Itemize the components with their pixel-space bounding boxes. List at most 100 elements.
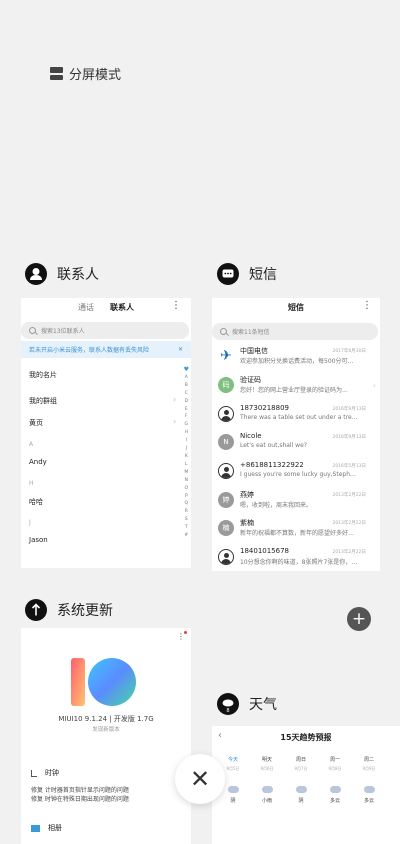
alphabet-letter[interactable]: # bbox=[184, 532, 188, 540]
contacts-card[interactable]: 通话 联系人 ⋮ 搜索13位联系人 若未开启小米云服务，联系人数据有丢失风险 ✕… bbox=[21, 298, 191, 568]
my-groups-item[interactable]: 我的群组 › bbox=[29, 395, 176, 406]
avatar: 婷 bbox=[218, 492, 234, 508]
forecast-condition: 阴 bbox=[284, 786, 318, 804]
updater-card[interactable]: ⋮ MIUI10 9.1.24 | 开发版 1.7G 发现新版本 时钟 修复 计… bbox=[21, 628, 191, 844]
weather-header: 8 天气 bbox=[217, 693, 277, 715]
alphabet-letter[interactable]: L bbox=[185, 461, 188, 469]
more-icon[interactable]: ⋮ bbox=[171, 300, 181, 311]
weather-card[interactable]: ‹ 15天趋势预报 今天 9月5日 明天 9月6日 周日 9月7日 周一 9月8日 周二 9月9日… bbox=[212, 726, 400, 844]
alphabet-letter[interactable]: E bbox=[185, 406, 188, 414]
alphabet-letter[interactable]: A bbox=[185, 374, 188, 382]
sms-date: 2013年2月22日 bbox=[332, 493, 366, 498]
forecast-day[interactable]: 周日 9月7日 bbox=[284, 756, 318, 772]
alphabet-letter[interactable]: O bbox=[185, 485, 189, 493]
rain-icon bbox=[261, 786, 273, 793]
tab-calls[interactable]: 通话 bbox=[78, 302, 94, 313]
update-version: MIUI10 9.1.24 | 开发版 1.7G bbox=[58, 715, 154, 723]
alphabet-letter[interactable]: D bbox=[185, 398, 188, 406]
alphabet-letter[interactable]: P bbox=[185, 493, 188, 501]
contacts-search-input[interactable]: 搜索13位联系人 bbox=[21, 322, 189, 339]
forecast-day[interactable]: 周二 9月9日 bbox=[352, 756, 386, 772]
sms-date: 2016年9月13日 bbox=[332, 407, 366, 412]
favorites-heart-icon[interactable]: ♥ bbox=[184, 366, 189, 374]
person-avatar-icon bbox=[218, 549, 234, 565]
weather-icon: 8 bbox=[217, 693, 239, 715]
sms-thread[interactable]: 18401015678 10分想念你啊的味道，8张照片7张是你，6只... 2013… bbox=[218, 547, 376, 571]
alphabet-letter[interactable]: S bbox=[185, 516, 188, 524]
alphabet-letter[interactable]: R bbox=[185, 508, 188, 516]
sms-card[interactable]: 短信 ⋮ 搜索11条短信 ✈ 中国电信 欢迎参加积分兑换话费活动，每500分可兑换.… bbox=[212, 298, 380, 571]
sms-thread[interactable]: 婷燕婷 嗯，收到啦，周末我回来。 2013年2月22日 bbox=[218, 490, 376, 514]
person-icon bbox=[25, 263, 47, 285]
alphabet-letter[interactable]: I bbox=[186, 437, 187, 445]
alphabet-letter[interactable]: T bbox=[185, 524, 188, 532]
sms-sender: Nicole bbox=[240, 432, 262, 440]
changelog-section: 相册 bbox=[31, 823, 62, 833]
my-card-item[interactable]: 我的名片 bbox=[29, 370, 57, 380]
forecast-date: 9月6日 bbox=[260, 766, 274, 771]
sms-sender: 验证码 bbox=[240, 376, 261, 384]
sms-thread[interactable]: N Nicole Let's eat out,shall we? 2016年9月13日 bbox=[218, 432, 376, 456]
alphabet-letter[interactable]: C bbox=[185, 390, 188, 398]
sms-date: 2017年6月30日 bbox=[332, 349, 366, 354]
forecast-date: 9月9日 bbox=[362, 766, 376, 771]
contacts-title: 联系人 bbox=[57, 267, 99, 283]
forecast-condition: 小雨 bbox=[250, 786, 284, 804]
sms-sender: 18401015678 bbox=[240, 547, 289, 555]
forecast-condition: 多云 bbox=[352, 783, 386, 804]
alphabet-index[interactable]: ♥ A B C D E F G H I J K L M N O P Q R S T # bbox=[184, 366, 189, 540]
yellow-pages-item[interactable]: 黄页 › bbox=[29, 417, 176, 428]
close-all-button[interactable]: ✕ bbox=[175, 754, 225, 804]
split-screen-button[interactable]: 分屏模式 bbox=[50, 64, 121, 83]
alphabet-letter[interactable]: J bbox=[186, 445, 187, 453]
sms-search-input[interactable]: 搜索11条短信 bbox=[212, 323, 378, 340]
sms-preview: 您好！您的网上营业厅登录的验证码为... bbox=[240, 387, 348, 394]
miui10-logo bbox=[69, 656, 139, 714]
forecast-date: 9月8日 bbox=[328, 766, 342, 771]
alphabet-letter[interactable]: H bbox=[185, 429, 188, 437]
alphabet-letter[interactable]: Q bbox=[185, 500, 189, 508]
sms-thread[interactable]: ✈ 中国电信 欢迎参加积分兑换话费活动，每500分可兑换... 2017年6月30日 bbox=[218, 346, 376, 370]
contact-item[interactable]: Jason bbox=[29, 536, 48, 544]
forecast-day[interactable]: 周一 9月8日 bbox=[318, 756, 352, 772]
alphabet-letter[interactable]: G bbox=[185, 421, 189, 429]
forecast-day-label: 周一 bbox=[329, 757, 340, 763]
sms-preview: 欢迎参加积分兑换话费活动，每500分可兑换... bbox=[240, 358, 358, 365]
alphabet-letter[interactable]: K bbox=[185, 453, 188, 461]
sms-header: 短信 bbox=[217, 263, 277, 285]
gallery-icon bbox=[31, 824, 40, 832]
alphabet-letter[interactable]: F bbox=[185, 413, 188, 421]
sms-title: 短信 bbox=[249, 267, 277, 283]
forecast-day[interactable]: 明天 9月6日 bbox=[250, 756, 284, 772]
sms-thread[interactable]: 码验证码 您好！您的网上营业厅登录的验证码为... › bbox=[218, 375, 376, 399]
sms-thread[interactable]: 楠紫楠 新年的祝福都不算数，新年的愿望好多好多... 2013年2月22日 bbox=[218, 518, 376, 542]
forecast-title: 15天趋势预报 bbox=[280, 733, 332, 742]
alphabet-letter[interactable]: B bbox=[185, 382, 188, 390]
close-icon[interactable]: ✕ bbox=[178, 346, 183, 353]
sms-preview: 10分想念你啊的味道，8张照片7张是你，6只... bbox=[240, 559, 358, 566]
forecast-day-label: 今天 bbox=[227, 757, 238, 763]
chevron-right-icon: › bbox=[173, 417, 177, 426]
alphabet-letter[interactable]: N bbox=[185, 477, 188, 485]
search-icon bbox=[29, 327, 36, 334]
sms-thread[interactable]: 18730218809 There was a table set out und… bbox=[218, 404, 376, 428]
contact-item[interactable]: Andy bbox=[29, 458, 47, 466]
more-icon[interactable]: ⋮ bbox=[362, 300, 372, 311]
svg-text:8: 8 bbox=[226, 708, 229, 714]
clock-icon bbox=[31, 769, 37, 777]
changelog-line: 修复 计时器首页指针显示问题的问题 bbox=[31, 787, 129, 794]
contact-item[interactable]: 哈哈 bbox=[29, 497, 43, 507]
sms-date: 2016年9月13日 bbox=[332, 435, 366, 440]
weather-title: 天气 bbox=[249, 697, 277, 713]
sms-sender: 燕婷 bbox=[240, 491, 254, 499]
yellow-pages-label: 黄页 bbox=[29, 419, 43, 427]
sms-preview: Let's eat out,shall we? bbox=[240, 442, 307, 449]
forecast-day-label: 周日 bbox=[295, 757, 306, 763]
cloud-notice[interactable]: 若未开启小米云服务，联系人数据有丢失风险 ✕ bbox=[21, 341, 191, 358]
alphabet-letter[interactable]: M bbox=[184, 469, 188, 477]
sms-thread[interactable]: +8618811322922 I guess you're some lucky … bbox=[218, 461, 376, 485]
contact-name: Jason bbox=[29, 536, 48, 544]
condition-label: 小雨 bbox=[261, 798, 272, 804]
new-message-button[interactable]: + bbox=[347, 607, 371, 631]
tab-contacts[interactable]: 联系人 bbox=[110, 302, 134, 313]
